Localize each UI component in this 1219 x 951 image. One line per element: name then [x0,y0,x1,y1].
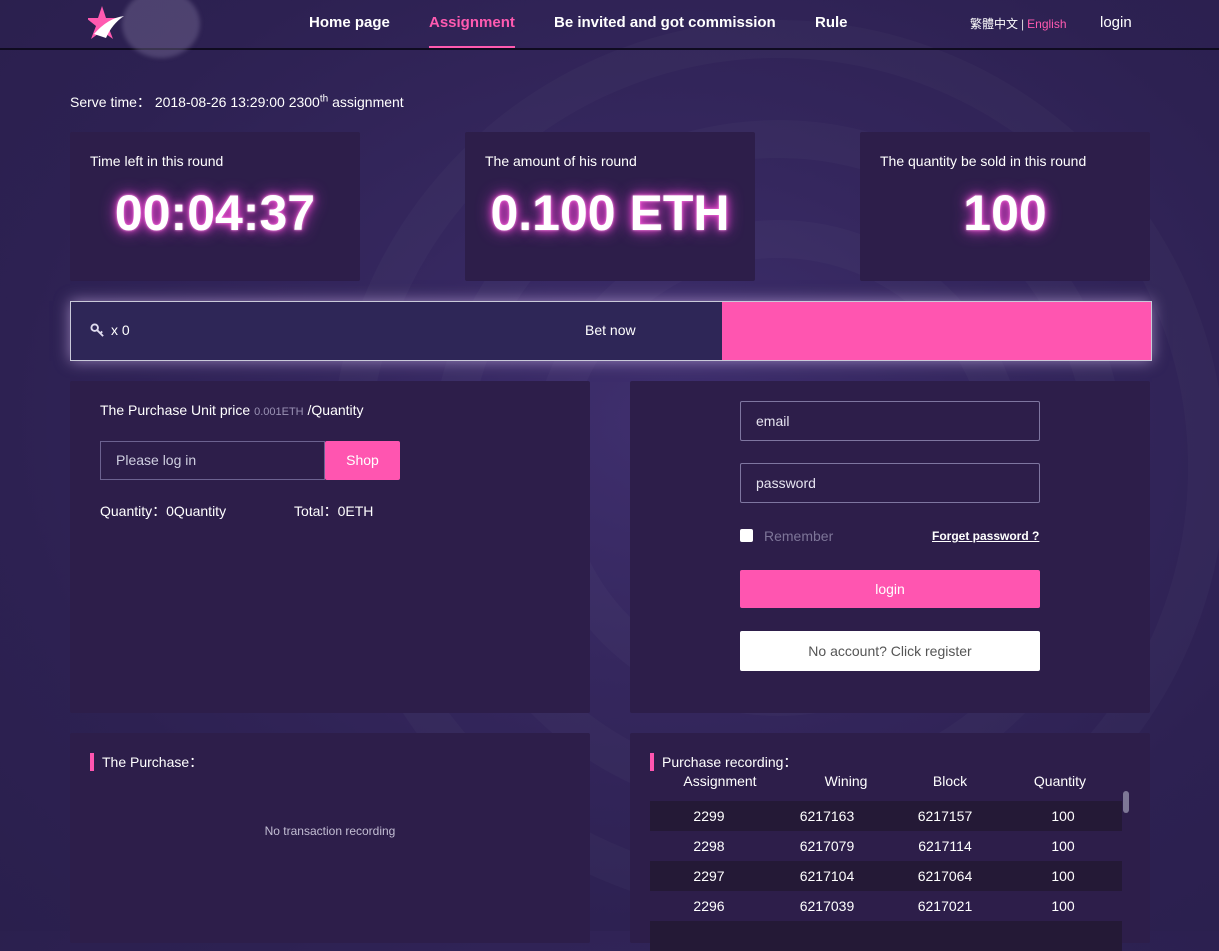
cell-assignment: 2299 [693,808,725,824]
my-purchase-panel: The Purchase： No transaction recording [70,733,590,943]
unit-price-value: 0.001ETH [254,406,304,418]
avatar-placeholder [122,0,200,58]
round-suffix: th [319,93,329,105]
key-icon [90,323,104,337]
cell-quantity: 100 [1051,898,1075,914]
my-purchase-title: The Purchase： [90,753,203,771]
column-header-quantity: Quantity [1033,773,1087,789]
login-panel: email password Remember Forget password … [630,381,1150,713]
cell-wining: 6217163 [799,808,855,824]
nav-assignment[interactable]: Assignment [429,0,515,48]
table-header: Assignment Wining Block Quantity [650,773,1122,791]
register-button[interactable]: No account? Click register [740,631,1040,671]
round-word: assignment [332,94,404,110]
quantity-summary: Quantity：0Quantity [100,501,226,521]
quantity-label: Quantity： [100,503,167,519]
cell-block: 6217064 [917,868,973,884]
unit-price: The Purchase Unit price 0.001ETH /Quanti… [100,402,364,418]
top-header: Home page Assignment Be invited and got … [0,0,1219,58]
table-scrollbar[interactable] [1123,791,1129,813]
cell-quantity: 100 [1051,808,1075,824]
cell-assignment: 2297 [693,868,725,884]
forget-password-link[interactable]: Forget password ? [932,529,1039,543]
cell-wining: 6217079 [799,838,855,854]
table-row [650,921,1122,951]
recording-title: Purchase recording： [650,753,797,771]
key-count: x 0 [111,322,130,338]
bet-bar: x 0 Bet now [70,301,1152,361]
quantity-input[interactable]: Please log in [100,441,325,480]
quantity-value: 0Quantity [166,503,227,519]
login-button[interactable]: login [740,570,1040,608]
cell-block: 6217021 [917,898,973,914]
total-value: 0ETH [337,503,374,519]
cell-wining: 6217104 [799,868,855,884]
cell-block: 6217114 [918,838,972,854]
table-row: 2299 6217163 6217157 100 [650,801,1122,831]
lang-traditional-chinese[interactable]: 繁體中文 [970,17,1018,31]
cell-quantity: 100 [1051,868,1075,884]
unit-price-label: The Purchase Unit price [100,402,251,418]
lang-english[interactable]: English [1027,17,1066,31]
column-header-assignment: Assignment [683,773,757,789]
serve-time-label: Serve time： [70,94,151,110]
email-field[interactable]: email [740,401,1040,441]
round-quantity-card: The quantity be sold in this round 100 [860,132,1150,281]
nav-rule[interactable]: Rule [815,0,848,48]
column-header-block: Block [932,773,968,789]
shop-button[interactable]: Shop [325,441,400,480]
table-row: 2297 6217104 6217064 100 [650,861,1122,891]
remember-checkbox[interactable] [740,529,753,542]
time-left-card: Time left in this round 00:04:37 [70,132,360,281]
time-left-label: Time left in this round [90,153,224,169]
nav-home[interactable]: Home page [309,0,390,48]
header-login-link[interactable]: login [1100,14,1132,31]
cell-wining: 6217039 [799,898,855,914]
empty-state-text: No transaction recording [264,824,396,838]
round-amount-label: The amount of his round [485,153,637,169]
nav-commission[interactable]: Be invited and got commission [554,0,776,48]
round-quantity-label: The quantity be sold in this round [880,153,1087,169]
lang-separator: | [1021,17,1025,31]
table-row: 2296 6217039 6217021 100 [650,891,1122,921]
language-switcher: 繁體中文 | English [970,15,1067,32]
cell-block: 6217157 [917,808,973,824]
round-number: 2300 [288,94,320,110]
round-quantity-value: 100 [963,185,1047,241]
round-amount-value: 0.100 ETH [490,185,730,241]
column-header-wining: Wining [824,773,868,789]
purchase-panel: The Purchase Unit price 0.001ETH /Quanti… [70,381,590,713]
time-left-value: 00:04:37 [114,185,316,241]
round-amount-card: The amount of his round 0.100 ETH [465,132,755,281]
unit-price-suffix: /Quantity [307,402,364,418]
total-summary: Total：0ETH [294,501,373,521]
remember-label: Remember [764,528,834,544]
bet-now-button[interactable]: Bet now [585,322,636,338]
table-row: 2298 6217079 6217114 100 [650,831,1122,861]
total-label: Total： [294,503,338,519]
serve-time-value: 2018-08-26 13:29:00 [154,94,285,110]
purchase-recording-panel: Purchase recording： Assignment Wining Bl… [630,733,1150,951]
serve-time: Serve time： 2018-08-26 13:29:00 2300th a… [70,92,404,112]
cell-quantity: 100 [1051,838,1075,854]
cell-assignment: 2298 [693,838,725,854]
cell-assignment: 2296 [693,898,725,914]
password-field[interactable]: password [740,463,1040,503]
bet-progress-fill [722,302,1151,360]
